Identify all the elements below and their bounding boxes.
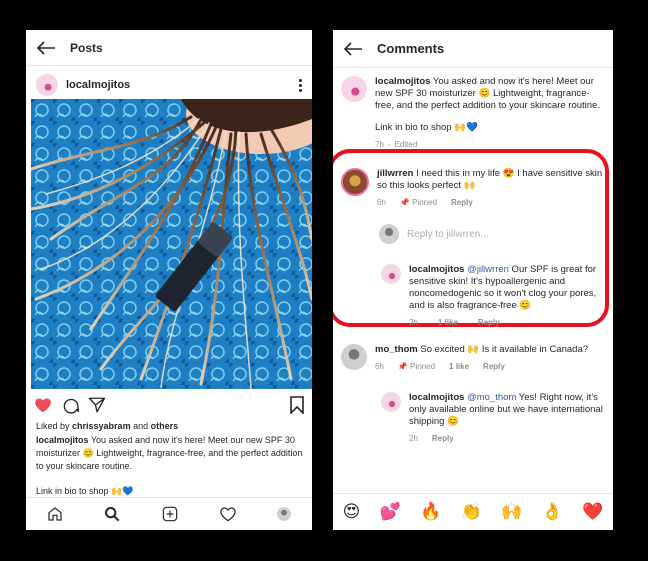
post-actions [34,394,304,416]
emoji-red-heart[interactable]: ❤️ [582,502,603,522]
pinned-text: Pinned [412,198,438,207]
comment-link-text: Link in bio to shop 🙌💙 [375,122,478,133]
save-bookmark-icon[interactable] [290,396,304,414]
avatar[interactable] [381,392,401,412]
reply-button[interactable]: Reply [483,361,505,373]
likes-count[interactable]: 1 like [438,317,458,329]
avatar[interactable] [341,168,369,196]
comment-username[interactable]: localmojitos [409,392,464,403]
comment-time: 6h [375,362,384,371]
back-arrow-icon[interactable] [343,41,363,57]
comment-username[interactable]: mo_thom [375,344,418,355]
liked-by-prefix: Liked by [36,421,73,431]
emoji-quick-bar: 😍 💕 🔥 👏 🙌 👌 ❤️ [333,493,613,530]
caption-comment: localmojitos You asked and now it's here… [341,76,605,151]
post-username[interactable]: localmojitos [66,79,298,91]
pin-icon: 📌 [397,362,408,371]
reply-input-row: Reply to jillwrren... [379,224,605,244]
comment-meta: 6h 📌 Pinned Reply [377,197,603,209]
comments-screen: Comments localmojitos You asked and now … [333,30,613,530]
avatar [379,224,399,244]
post-photo-illustration [31,99,312,389]
liked-by-others[interactable]: others [151,421,179,431]
reply-input[interactable]: Reply to jillwrren... [407,229,489,240]
like-heart-icon[interactable] [34,397,52,413]
pin-icon: 📌 [399,198,410,207]
pinned-label: 📌 Pinned [400,197,437,209]
reply-localmojitos-1: localmojitos @jillwrren Our SPF is great… [381,264,605,329]
pinned-text: Pinned [410,362,436,371]
back-arrow-icon[interactable] [36,40,56,56]
comment-meta: 2h 1 like Reply [409,317,605,329]
reply-button[interactable]: Reply [451,197,473,209]
comment-meta: 2h Reply [409,433,605,445]
reply-localmojitos-2: localmojitos @mo_thom Yes! Right now, it… [381,392,605,445]
comment-meta: 6h 📌 Pinned 1 like Reply [375,361,605,373]
comment-mo_thom: mo_thom So excited 🙌 Is it available in … [341,344,605,373]
mention-link[interactable]: @mo_thom [467,392,516,403]
comment-time: 6h [377,198,386,207]
pinned-label: 📌 Pinned [398,361,435,373]
comment-time: 2h [409,434,418,443]
avatar[interactable] [341,76,367,102]
avatar[interactable] [36,74,58,96]
activity-heart-icon[interactable] [219,506,236,522]
comment-body: jillwrren I need this in my life 😍 I hav… [377,168,603,209]
profile-avatar-icon[interactable] [277,507,292,521]
emoji-raised-hands[interactable]: 🙌 [501,502,522,522]
new-post-icon[interactable] [162,506,178,522]
comment-username[interactable]: localmojitos [375,76,430,87]
mention-link[interactable]: @jillwrren [467,264,509,275]
liked-by-text: Liked by chrissyabram and others [36,421,178,431]
comment-text: So excited 🙌 Is it available in Canada? [417,344,589,355]
more-options-icon[interactable] [298,78,302,92]
home-icon[interactable] [47,506,63,522]
search-icon[interactable] [104,506,120,522]
emoji-two-hearts[interactable]: 💕 [380,502,401,522]
share-icon[interactable] [88,396,106,414]
comment-time: 2h [409,318,418,327]
liked-by-and: and [130,421,151,431]
posts-header: Posts [26,30,312,66]
bottom-navigation [26,497,312,530]
emoji-heart-eyes[interactable]: 😍 [343,502,361,522]
avatar[interactable] [381,264,401,284]
caption-comment-body: localmojitos You asked and now it's here… [375,76,605,151]
comment-body: mo_thom So excited 🙌 Is it available in … [375,344,605,373]
comment-username[interactable]: jillwrren [377,168,413,179]
emoji-clap[interactable]: 👏 [461,502,482,522]
reply-body: localmojitos @mo_thom Yes! Right now, it… [409,392,605,445]
comments-header: Comments [333,30,613,68]
avatar[interactable] [341,344,367,370]
likes-count[interactable]: 1 like [449,361,469,373]
reply-body: localmojitos @jillwrren Our SPF is great… [409,264,605,329]
reply-button[interactable]: Reply [478,317,500,329]
page-title: Comments [377,41,445,56]
liked-by-user[interactable]: chrissyabram [72,421,131,431]
page-title: Posts [70,40,103,55]
post-caption: localmojitos You asked and now it's here… [36,434,304,498]
comment-icon[interactable] [62,396,80,414]
emoji-fire[interactable]: 🔥 [420,502,441,522]
reply-button[interactable]: Reply [432,433,454,445]
emoji-ok-hand[interactable]: 👌 [542,502,563,522]
post-image[interactable] [31,99,312,389]
comment-jillwrren: jillwrren I need this in my life 😍 I hav… [341,168,605,209]
caption-username[interactable]: localmojitos [36,435,89,445]
comment-username[interactable]: localmojitos [409,264,464,275]
posts-screen: Posts localmojitos Liked by chrissyabram… [26,30,312,530]
